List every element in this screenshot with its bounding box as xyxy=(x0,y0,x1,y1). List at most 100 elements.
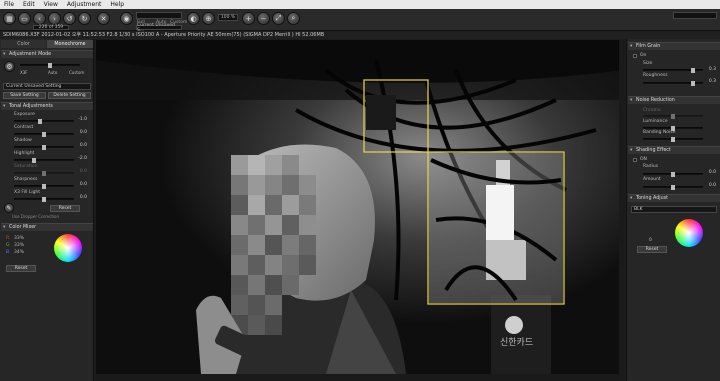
menu-help[interactable]: Help xyxy=(110,1,124,8)
previous-image-icon[interactable]: ‹ xyxy=(33,12,46,25)
adjustment-mode-header[interactable]: Adjustment Mode xyxy=(1,50,93,59)
next-image-icon[interactable]: › xyxy=(48,12,61,25)
blue-channel-value[interactable]: 34% xyxy=(14,250,24,255)
film-grain-on-label: On xyxy=(640,53,647,58)
shadow-value[interactable]: 0.0 xyxy=(75,143,87,148)
saturation-value: 0.0 xyxy=(79,169,87,174)
color-mixer-wheel[interactable] xyxy=(54,234,82,262)
tonal-reset-button[interactable]: Reset xyxy=(50,205,80,212)
fill-light-label: X3 Fill Light xyxy=(14,190,41,195)
single-view-icon[interactable]: ▭ xyxy=(18,12,31,25)
blue-channel-letter: B xyxy=(6,250,10,255)
color-mixer-header[interactable]: Color Mixer xyxy=(1,223,93,232)
menu-view[interactable]: View xyxy=(44,1,58,8)
sharpness-value[interactable]: 0.0 xyxy=(75,182,87,187)
amount-label: Amount xyxy=(643,177,661,182)
radius-slider[interactable] xyxy=(643,172,703,177)
loupe-icon[interactable]: ⌕ xyxy=(287,12,300,25)
tonal-adjustments-header[interactable]: Tonal Adjustments xyxy=(1,102,93,111)
banding-noise-label: Banding Noise xyxy=(643,130,676,135)
radius-value[interactable]: 0.0 xyxy=(704,170,716,175)
highlight-slider[interactable] xyxy=(14,158,74,163)
zoom-in-icon[interactable]: + xyxy=(242,12,255,25)
contrast-value[interactable]: 0.0 xyxy=(75,130,87,135)
contrast-slider[interactable] xyxy=(14,132,74,137)
shading-effect-header[interactable]: Shading Effect xyxy=(628,146,720,155)
fill-light-value[interactable]: 0.0 xyxy=(75,195,87,200)
left-panel: Color Monochrome Adjustment Mode ⚙ X3F A… xyxy=(0,39,94,381)
roughness-slider[interactable] xyxy=(643,81,703,86)
toolbar: ▦ ▭ ‹ › ↺ ↻ ✕ 226 of 359 ◉ Full Auto Cus… xyxy=(0,9,720,33)
current-setting-select[interactable]: Current Unsaved S... xyxy=(136,23,182,33)
toning-adjust-header[interactable]: Toning Adjust xyxy=(628,194,720,203)
image-counter: 226 of 359 xyxy=(33,25,69,30)
red-channel-letter: R xyxy=(6,236,10,241)
tab-color[interactable]: Color xyxy=(1,40,46,48)
noise-reduction-header[interactable]: Noise Reduction xyxy=(628,96,720,105)
roughness-value[interactable]: 0.3 xyxy=(704,79,716,84)
luminance-label: Luminance xyxy=(643,119,668,124)
focus-check-icon[interactable]: ⊕ xyxy=(202,12,215,25)
histogram-mini xyxy=(673,12,717,19)
close-icon[interactable]: ✕ xyxy=(97,12,110,25)
amount-value[interactable]: 0.0 xyxy=(704,183,716,188)
image-preview[interactable]: 신한카드 xyxy=(96,40,623,374)
toning-color-wheel[interactable] xyxy=(675,219,703,247)
toning-value[interactable]: 0 xyxy=(649,238,652,243)
grid-view-icon[interactable]: ▦ xyxy=(3,12,16,25)
red-channel-value[interactable]: 33% xyxy=(14,236,24,241)
highlight-warning-icon[interactable]: ◐ xyxy=(187,12,200,25)
tab-monochrome[interactable]: Monochrome xyxy=(47,40,93,48)
toning-select[interactable]: BLK xyxy=(631,206,717,213)
menu-adjustment[interactable]: Adjustment xyxy=(67,1,101,8)
fill-light-slider[interactable] xyxy=(14,197,74,202)
exposure-slider[interactable] xyxy=(14,119,74,124)
adjustment-mode-track[interactable] xyxy=(20,63,80,68)
zoom-select[interactable]: 100 % xyxy=(218,14,238,21)
adjustment-mode-icon: ⚙ xyxy=(4,61,15,72)
chroma-slider xyxy=(643,114,703,119)
luminance-slider[interactable] xyxy=(643,126,703,131)
banding-noise-slider[interactable] xyxy=(643,137,703,142)
sharpness-slider[interactable] xyxy=(14,184,74,189)
rotate-left-icon[interactable]: ↺ xyxy=(63,12,76,25)
color-mixer-reset-button[interactable]: Reset xyxy=(6,265,36,272)
mode-option-custom: Custom xyxy=(69,70,85,75)
shading-on-checkbox[interactable] xyxy=(633,158,637,162)
exposure-slider-box[interactable] xyxy=(136,12,182,19)
radius-label: Radius xyxy=(643,164,659,169)
right-panel: Film Grain On Size 0.3 Roughness 0.3 Noi… xyxy=(626,39,720,381)
grain-size-label: Size xyxy=(643,61,653,66)
dropper-correction-label: Use Dropper Correction xyxy=(12,214,59,219)
menu-edit[interactable]: Edit xyxy=(23,1,35,8)
saturation-label: Saturation xyxy=(14,164,38,169)
grain-size-slider[interactable] xyxy=(643,68,703,73)
menu-file[interactable]: File xyxy=(4,1,14,8)
vertical-scrollbar[interactable] xyxy=(619,40,625,374)
saturation-slider xyxy=(14,171,74,176)
contrast-label: Contrast xyxy=(14,125,34,130)
film-grain-header[interactable]: Film Grain xyxy=(628,42,720,51)
camera-icon[interactable]: ◉ xyxy=(120,12,133,25)
setting-select[interactable]: Current Unsaved Setting xyxy=(3,83,91,90)
fit-icon[interactable]: ⤢ xyxy=(272,12,285,25)
exposure-value[interactable]: -1.0 xyxy=(75,117,87,122)
save-setting-button[interactable]: Save Setting xyxy=(3,92,46,99)
amount-slider[interactable] xyxy=(643,185,703,190)
delete-setting-button[interactable]: Delete Setting xyxy=(48,92,91,99)
dropper-icon[interactable]: ✎ xyxy=(4,203,14,213)
mode-option-x3f: X3F xyxy=(20,70,28,75)
menu-bar: File Edit View Adjustment Help xyxy=(0,0,720,9)
grain-size-value[interactable]: 0.3 xyxy=(704,67,716,72)
zoom-out-icon[interactable]: − xyxy=(257,12,270,25)
chroma-label: Chroma xyxy=(643,108,661,113)
toning-reset-button[interactable]: Reset xyxy=(637,246,667,253)
green-channel-value[interactable]: 33% xyxy=(14,243,24,248)
roughness-label: Roughness xyxy=(643,73,668,78)
photo-canvas: 신한카드 xyxy=(96,40,623,374)
shadow-slider[interactable] xyxy=(14,145,74,150)
horizontal-scrollbar[interactable] xyxy=(96,374,623,381)
highlight-value[interactable]: -2.0 xyxy=(75,156,87,161)
rotate-right-icon[interactable]: ↻ xyxy=(78,12,91,25)
film-grain-on-checkbox[interactable] xyxy=(633,54,637,58)
